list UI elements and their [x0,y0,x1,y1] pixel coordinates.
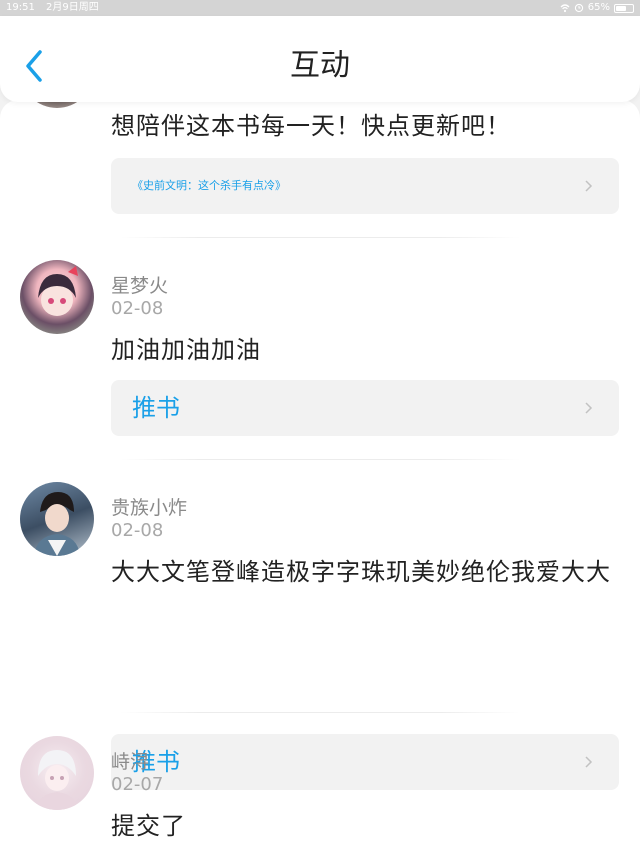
comment-date: 02-07 [111,774,164,795]
chevron-right-icon [585,756,593,768]
divider [120,459,520,460]
nav-bar: 互动 [0,16,640,102]
user-name[interactable]: 贵族小炸 [111,496,187,520]
battery-percent: 65% [587,2,610,13]
avatar-illustration [38,266,78,316]
divider [120,712,520,713]
avatar[interactable] [20,260,94,334]
battery-icon [614,3,634,13]
book-link-card[interactable]: 《史前文明：这个杀手有点冷》 [111,158,619,214]
status-bar: 19:51 2月9日周四 65% [0,0,640,16]
user-name[interactable]: 星梦火 [111,274,168,298]
comment-text: 想陪伴这本书每一天！快点更新吧！ [111,112,511,140]
avatar-photo [34,492,80,556]
avatar-illustration [36,750,78,810]
comment-text: 加油加油加油 [111,336,261,364]
recommend-book-card[interactable]: 推书 [111,734,619,790]
recommend-book-card[interactable]: 推书 [111,380,619,436]
recommend-label: 推书 [132,394,180,422]
chevron-right-icon [585,180,593,192]
book-link-label: 《史前文明：这个杀手有点冷》 [132,179,286,192]
wifi-icon [560,4,570,13]
comment-text: 提交了 [111,812,186,840]
user-name[interactable]: 峙浔 [111,750,149,774]
avatar[interactable] [20,482,94,556]
divider [120,237,520,238]
status-time: 19:51 [6,2,35,13]
comment-list[interactable]: 想陪伴这本书每一天！快点更新吧！ 《史前文明：这个杀手有点冷》 星梦火 02-0… [0,100,640,853]
avatar[interactable] [20,736,94,810]
alarm-icon [574,3,583,13]
status-date: 2月9日周四 [46,2,99,13]
page-title: 互动 [290,48,350,83]
comment-date: 02-08 [111,520,164,541]
comment-date: 02-08 [111,298,164,319]
chevron-right-icon [585,402,593,414]
comment-text: 大大文笔登峰造极字字珠玑美妙绝伦我爱大大 [111,558,611,586]
battery-fill [616,5,627,11]
